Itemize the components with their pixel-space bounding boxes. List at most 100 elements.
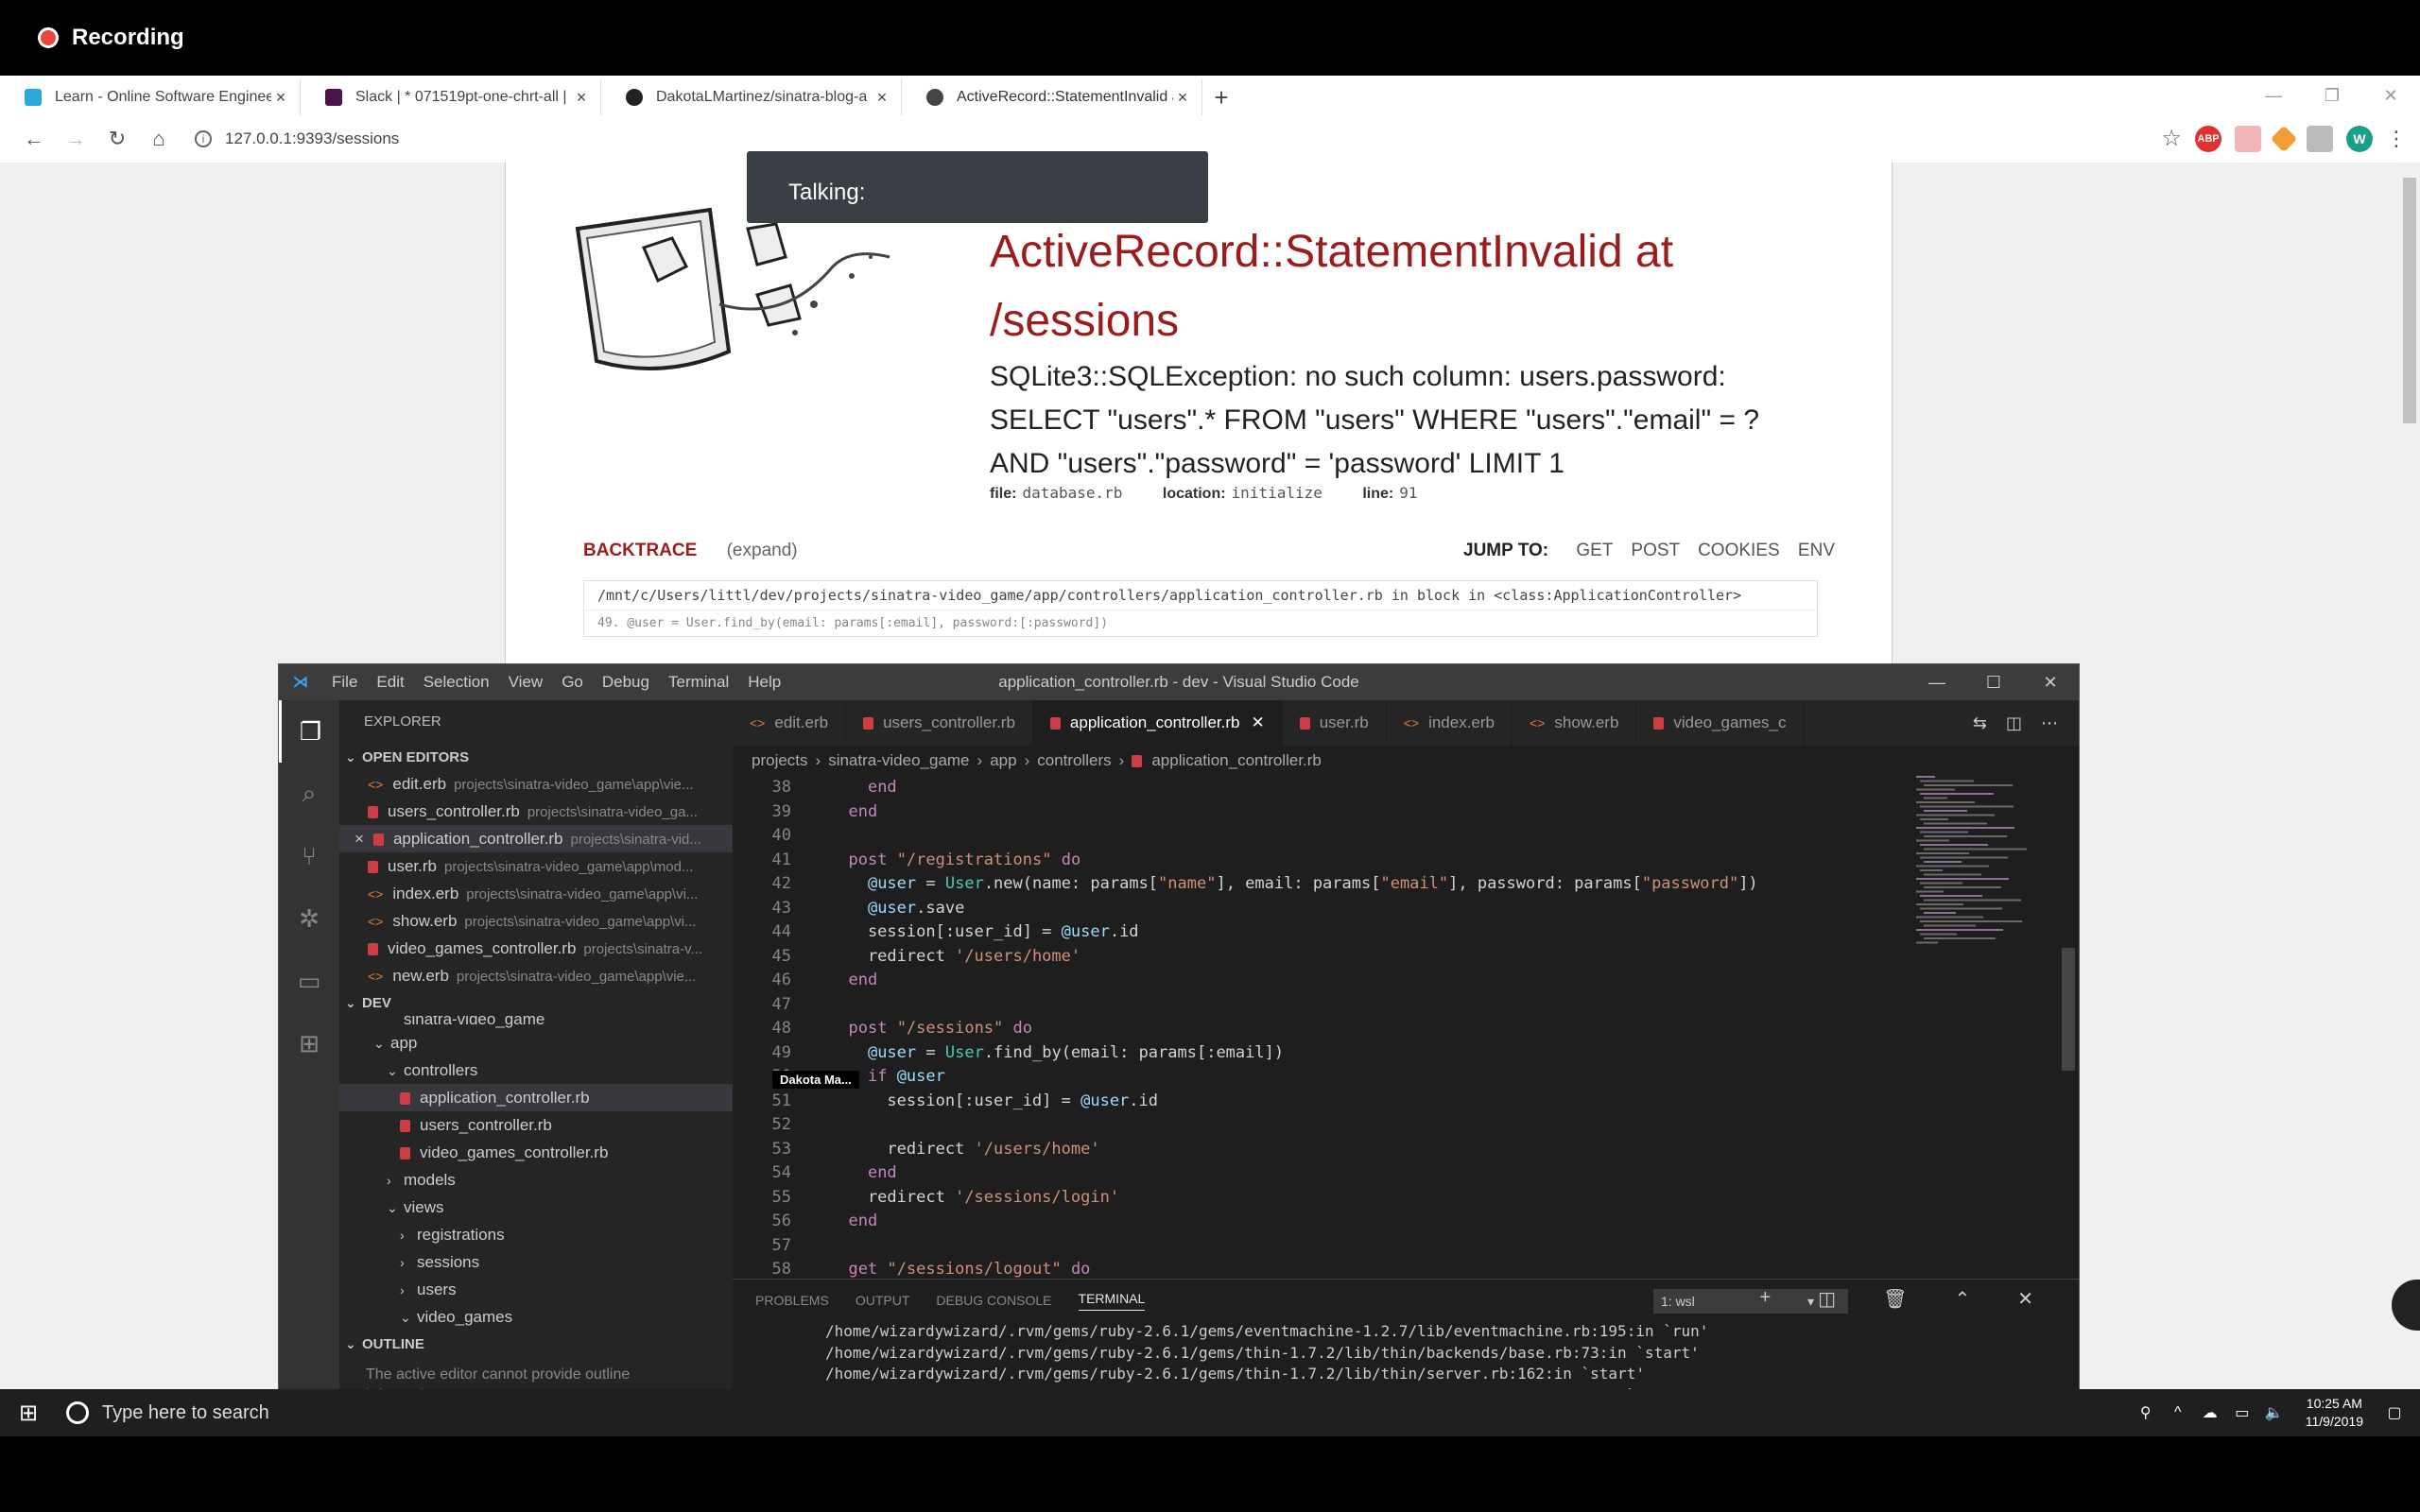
breadcrumb-item[interactable]: projects bbox=[752, 751, 808, 769]
close-window-icon[interactable]: ✕ bbox=[2022, 664, 2079, 700]
open-editor-item[interactable]: video_games_controller.rb projects\sinatr… bbox=[339, 935, 733, 962]
editor-tab[interactable]: <> show.erb bbox=[1512, 700, 1637, 746]
outline-section[interactable]: ⌄ OUTLINE bbox=[339, 1331, 733, 1357]
code-line[interactable]: 50 if @user bbox=[733, 1065, 1905, 1090]
debug-icon[interactable]: ✲ bbox=[279, 887, 339, 950]
code-line[interactable]: 46 end bbox=[733, 969, 1905, 993]
address-bar[interactable]: i 127.0.0.1:9393/sessions bbox=[195, 129, 399, 148]
split-editor-icon[interactable]: ◫ bbox=[2006, 713, 2022, 733]
bookmark-star-icon[interactable]: ☆ bbox=[2161, 125, 2182, 152]
code-line[interactable]: 48 post "/sessions" do bbox=[733, 1017, 1905, 1041]
code-line[interactable]: 41 post "/registrations" do bbox=[733, 849, 1905, 873]
chevron-up-icon[interactable]: ⌃ bbox=[1954, 1287, 1970, 1311]
minimize-icon[interactable]: — bbox=[1909, 664, 1965, 700]
more-actions-icon[interactable]: ⋯ bbox=[2041, 713, 2058, 733]
tab-terminal[interactable]: TERMINAL bbox=[1078, 1291, 1146, 1311]
breadcrumb-item[interactable]: app bbox=[990, 751, 1016, 769]
close-tab-icon[interactable]: × bbox=[271, 88, 290, 108]
network-icon[interactable]: ▭ bbox=[2226, 1403, 2258, 1422]
tree-item[interactable]: ⌄ app bbox=[339, 1029, 733, 1057]
extension-icon[interactable] bbox=[2235, 125, 2261, 152]
search-icon[interactable]: ⌕ bbox=[279, 763, 339, 825]
minimize-icon[interactable]: — bbox=[2244, 76, 2303, 115]
breadcrumb-item[interactable]: application_controller.rb bbox=[1151, 751, 1322, 769]
breadcrumb-item[interactable]: controllers bbox=[1037, 751, 1111, 769]
profile-avatar[interactable]: W bbox=[2346, 125, 2373, 152]
trash-icon[interactable]: 🗑 bbox=[1883, 1287, 1907, 1311]
search-placeholder[interactable]: Type here to search bbox=[102, 1402, 269, 1424]
url-text[interactable]: 127.0.0.1:9393/sessions bbox=[225, 129, 399, 148]
menu-terminal[interactable]: Terminal bbox=[659, 673, 738, 692]
open-changes-icon[interactable]: ⇆ bbox=[1973, 713, 1987, 733]
editor-tab[interactable]: user.rb bbox=[1283, 700, 1387, 746]
open-editor-item[interactable]: users_controller.rb projects\sinatra-vide… bbox=[339, 798, 733, 825]
tree-item[interactable]: video_games_controller.rb bbox=[339, 1139, 733, 1166]
jump-get-link[interactable]: GET bbox=[1576, 541, 1613, 560]
info-icon[interactable]: i bbox=[195, 130, 212, 147]
notifications-icon[interactable]: ▢ bbox=[2378, 1403, 2411, 1422]
people-icon[interactable]: ⚲ bbox=[2130, 1403, 2162, 1422]
close-tab-icon[interactable]: × bbox=[572, 88, 591, 108]
code-line[interactable]: 42 @user = User.new(name: params["name"]… bbox=[733, 872, 1905, 897]
source-control-icon[interactable]: ⑂ bbox=[279, 825, 339, 887]
tree-item[interactable]: ⌄ controllers bbox=[339, 1057, 733, 1084]
scroll-thumb[interactable] bbox=[2403, 178, 2416, 423]
dev-section[interactable]: ⌄ DEV bbox=[339, 989, 733, 1016]
tree-item[interactable]: sinatra-video_game bbox=[339, 1016, 733, 1029]
editor-scrollbar[interactable] bbox=[2062, 948, 2075, 1071]
new-terminal-icon[interactable]: + bbox=[1759, 1287, 1771, 1311]
jump-env-link[interactable]: ENV bbox=[1798, 541, 1835, 560]
close-icon[interactable]: × bbox=[354, 830, 364, 848]
editor-tab[interactable]: <> edit.erb bbox=[733, 700, 847, 746]
breadcrumb-item[interactable]: sinatra-video_game bbox=[828, 751, 969, 769]
open-editor-item[interactable]: <> show.erb projects\sinatra-video_game\ap… bbox=[339, 907, 733, 935]
code-line[interactable]: 40 bbox=[733, 824, 1905, 849]
editor-tab[interactable]: users_controller.rb bbox=[846, 700, 1033, 746]
code-line[interactable]: 43 @user.save bbox=[733, 897, 1905, 921]
code-editor[interactable]: 38 end 39 end 40 41 post "/registrations" d… bbox=[733, 776, 1905, 1279]
browser-tab[interactable]: Slack | * 071519pt-one-chrt-all | × bbox=[301, 79, 601, 115]
menu-help[interactable]: Help bbox=[738, 673, 790, 692]
maximize-icon[interactable]: ☐ bbox=[1965, 664, 2022, 700]
taskbar-search[interactable]: Type here to search bbox=[66, 1401, 269, 1424]
browser-tab[interactable]: DakotaLMartinez/sinatra-blog-a × bbox=[601, 79, 902, 115]
extension-icon[interactable] bbox=[2307, 125, 2333, 152]
tree-item[interactable]: › users bbox=[339, 1276, 733, 1303]
tree-item[interactable]: ⌄ video_games bbox=[339, 1303, 733, 1331]
adblock-icon[interactable]: ABP bbox=[2195, 125, 2221, 152]
page-scrollbar[interactable] bbox=[2399, 163, 2420, 1394]
minimap[interactable] bbox=[1912, 776, 2045, 955]
split-terminal-icon[interactable]: ◫ bbox=[1818, 1287, 1836, 1311]
open-editor-item[interactable]: <> new.erb projects\sinatra-video_game\app… bbox=[339, 962, 733, 989]
open-editor-item[interactable]: user.rb projects\sinatra-video_game\app\m… bbox=[339, 852, 733, 880]
jump-cookies-link[interactable]: COOKIES bbox=[1698, 541, 1780, 560]
backtrace-frame[interactable]: /mnt/c/Users/littl/dev/projects/sinatra-… bbox=[583, 580, 1818, 637]
code-line[interactable]: 44 session[:user_id] = @user.id bbox=[733, 920, 1905, 945]
home-icon[interactable]: ⌂ bbox=[138, 127, 180, 151]
code-line[interactable]: 55 redirect '/sessions/login' bbox=[733, 1186, 1905, 1211]
close-panel-icon[interactable]: ✕ bbox=[2017, 1287, 2033, 1311]
close-tab-icon[interactable]: ✕ bbox=[1251, 713, 1264, 732]
volume-icon[interactable]: 🔈 bbox=[2258, 1403, 2290, 1422]
menu-view[interactable]: View bbox=[499, 673, 553, 692]
open-editors-section[interactable]: ⌄ OPEN EDITORS bbox=[339, 744, 733, 770]
code-line[interactable]: 52 bbox=[733, 1113, 1905, 1138]
explorer-icon[interactable]: ❐ bbox=[279, 700, 339, 763]
tree-item[interactable]: › sessions bbox=[339, 1248, 733, 1276]
close-tab-icon[interactable]: × bbox=[1173, 88, 1192, 108]
tree-item[interactable]: › registrations bbox=[339, 1221, 733, 1248]
tree-item[interactable]: application_controller.rb bbox=[339, 1084, 733, 1111]
code-line[interactable]: 56 end bbox=[733, 1210, 1905, 1234]
new-tab-button[interactable]: + bbox=[1202, 79, 1240, 115]
show-hidden-icons-icon[interactable]: ^ bbox=[2162, 1404, 2194, 1421]
editor-tab[interactable]: application_controller.rb ✕ bbox=[1032, 700, 1283, 746]
editor-tab[interactable]: video_games_c bbox=[1636, 700, 1805, 746]
close-tab-icon[interactable]: × bbox=[873, 88, 891, 108]
tab-output[interactable]: OUTPUT bbox=[856, 1293, 910, 1308]
reload-icon[interactable]: ↻ bbox=[96, 127, 138, 151]
git-extension-icon[interactable] bbox=[2270, 125, 2298, 152]
menu-file[interactable]: File bbox=[322, 673, 367, 692]
menu-selection[interactable]: Selection bbox=[414, 673, 499, 692]
browser-tab[interactable]: Learn - Online Software Enginee × bbox=[0, 79, 301, 115]
onedrive-icon[interactable]: ☁ bbox=[2194, 1403, 2226, 1422]
